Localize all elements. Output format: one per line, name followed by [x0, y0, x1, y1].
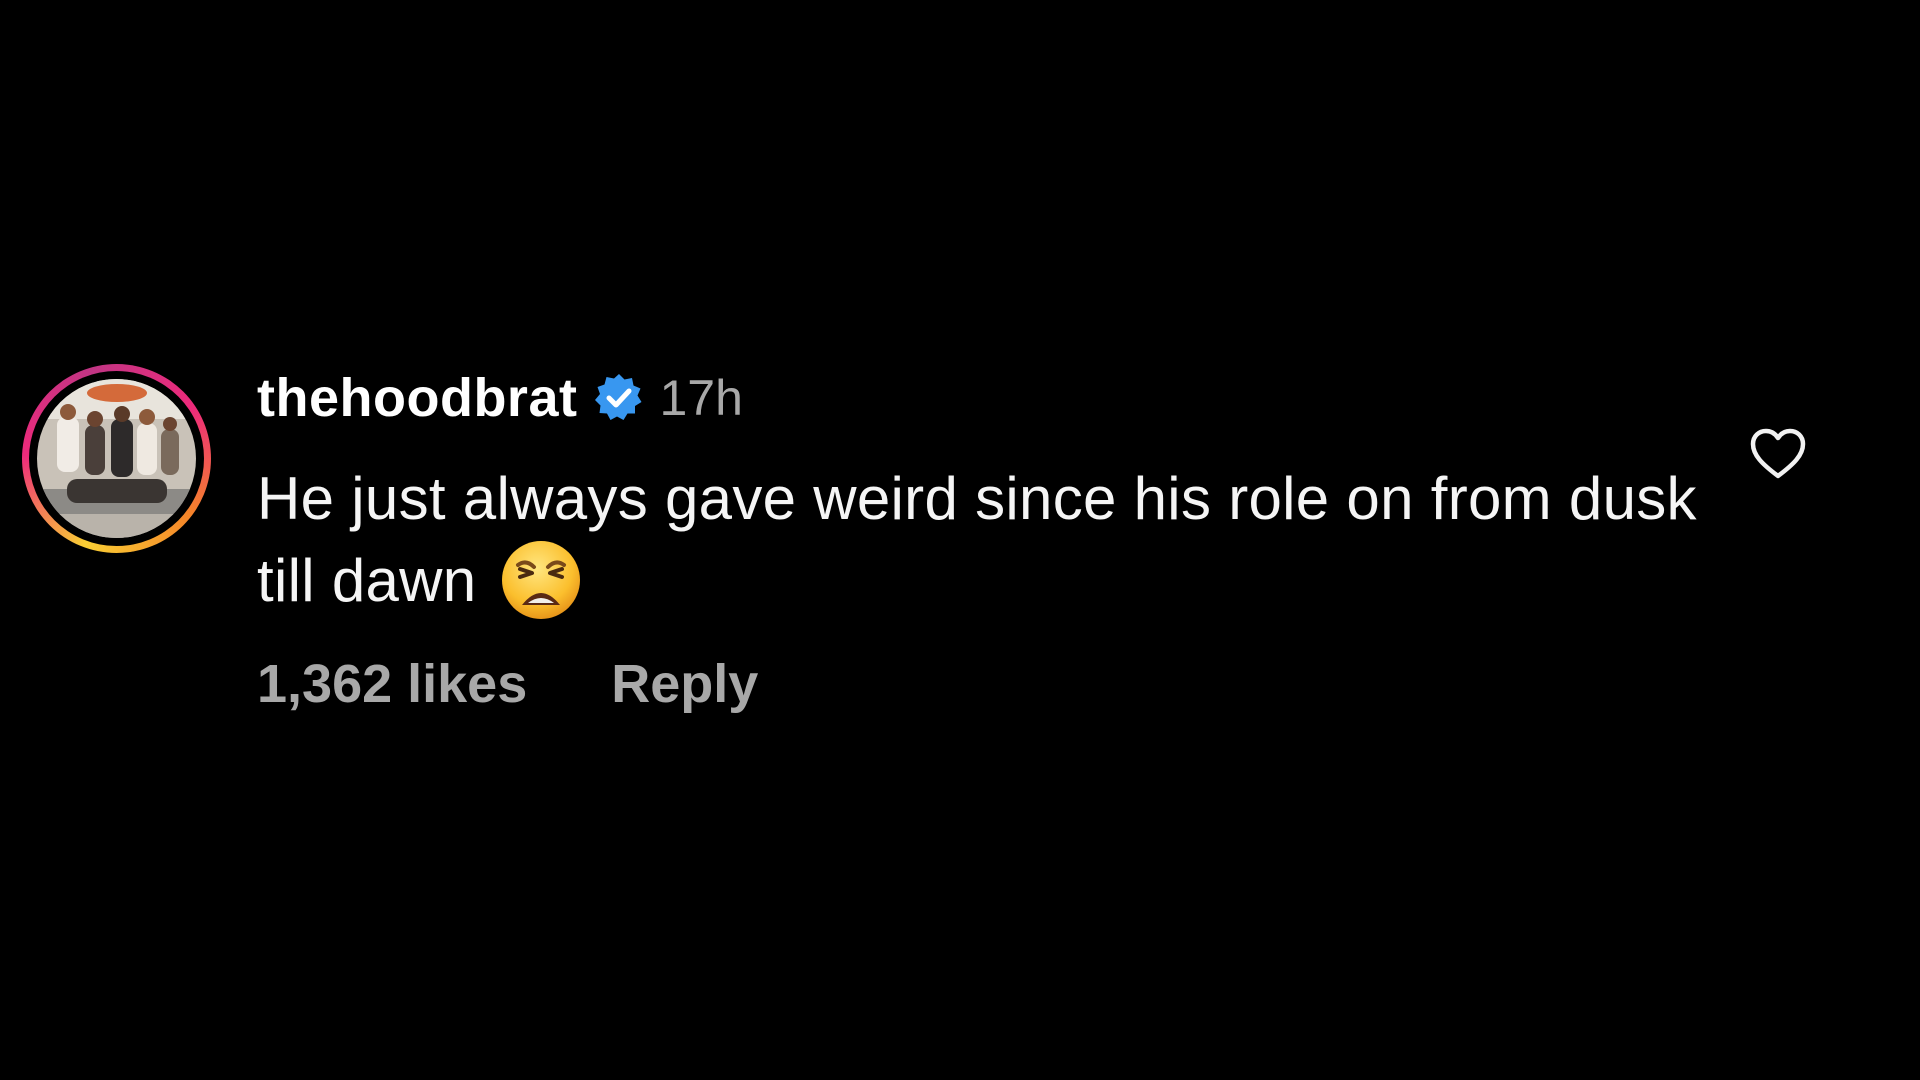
comment: thehoodbrat 17h He just always gave weir… — [20, 363, 1820, 743]
likes-count[interactable]: 1,362 likes — [257, 653, 527, 715]
username[interactable]: thehoodbrat — [257, 367, 577, 429]
heart-outline-icon[interactable] — [1748, 426, 1808, 482]
comment-body: He just always gave weird since his role… — [257, 459, 1697, 621]
verified-badge-icon — [593, 372, 645, 424]
reply-button[interactable]: Reply — [611, 653, 758, 715]
weary-face-emoji — [500, 539, 582, 621]
avatar[interactable] — [22, 364, 211, 553]
comment-meta: 1,362 likes Reply — [257, 653, 758, 715]
timestamp: 17h — [659, 370, 743, 426]
comment-header: thehoodbrat 17h — [257, 363, 743, 433]
comment-text: He just always gave weird since his role… — [257, 465, 1697, 614]
avatar-photo — [37, 379, 196, 538]
